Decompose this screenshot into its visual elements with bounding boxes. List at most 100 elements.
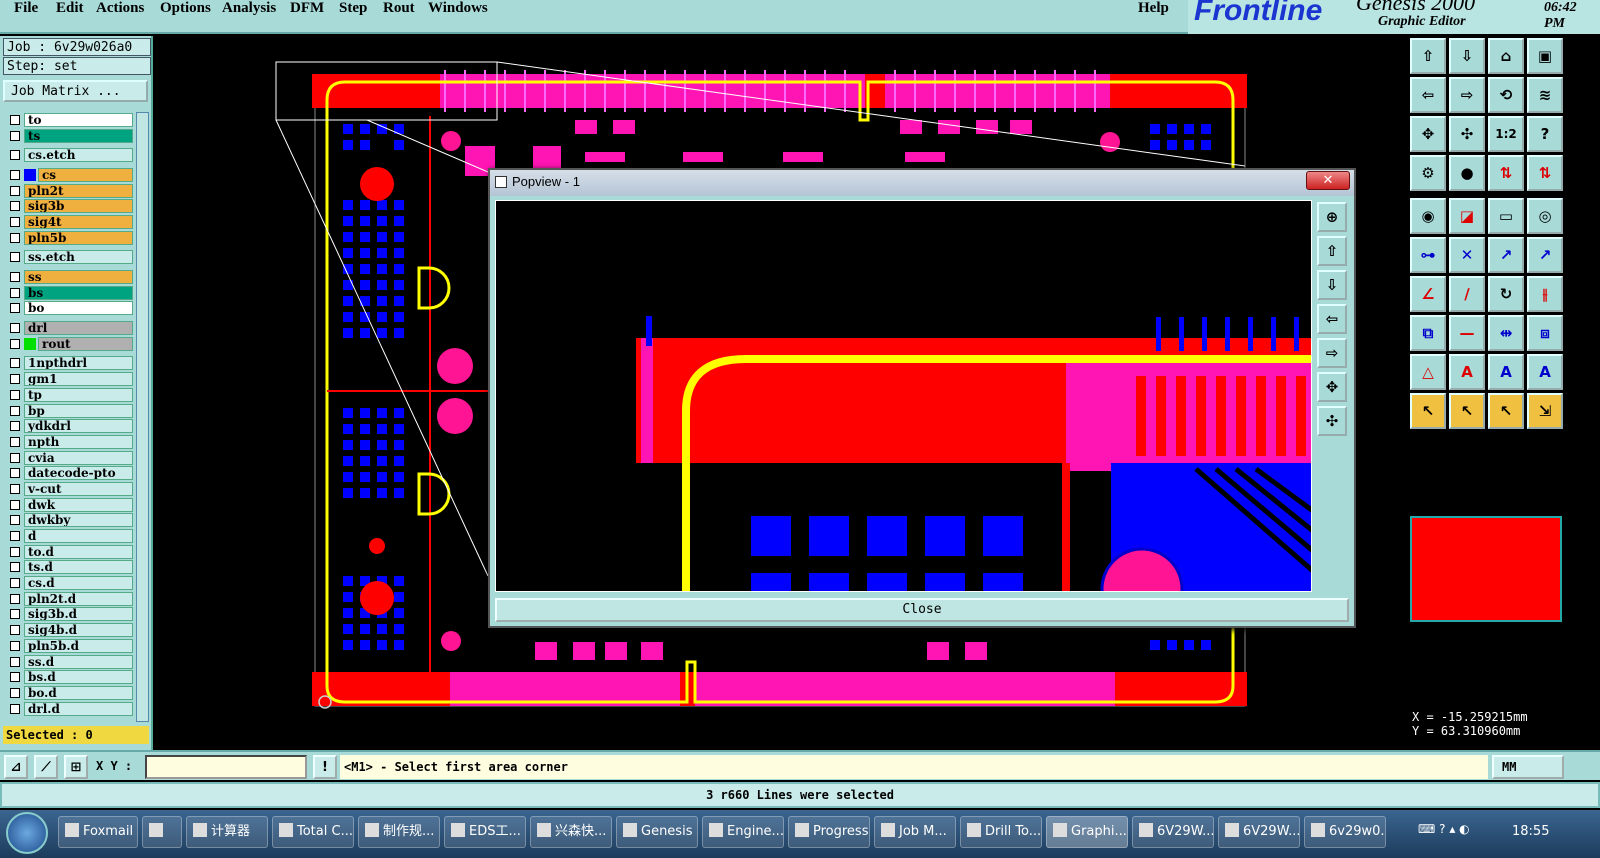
layer-row[interactable]: dwk	[5, 497, 133, 513]
arc-icon[interactable]: ↗	[1488, 237, 1524, 273]
layer-row[interactable]: cs.d	[5, 575, 133, 591]
window-icon[interactable]: ▣	[1527, 38, 1563, 74]
select3-icon[interactable]: ↖	[1488, 393, 1524, 429]
layer-name[interactable]: to	[24, 112, 133, 127]
layer-checkbox[interactable]	[10, 578, 20, 589]
zoom-down-icon[interactable]: ⇩	[1449, 38, 1485, 74]
layer-name[interactable]: cvia	[24, 450, 133, 465]
zoom-home-icon[interactable]: ⇧	[1410, 38, 1446, 74]
menu-edit[interactable]: Edit	[56, 0, 84, 17]
layer-name[interactable]: dwk	[24, 497, 133, 512]
layer-checkbox[interactable]	[10, 272, 20, 283]
layer-row[interactable]: bo.d	[5, 685, 133, 701]
layer-row[interactable]: bs	[5, 285, 133, 301]
layer-name[interactable]: ts.d	[24, 560, 133, 575]
unit-selector[interactable]: MM	[1492, 755, 1564, 779]
task-drill-tools[interactable]: Drill To...	[960, 816, 1042, 848]
layer-row[interactable]: v-cut	[5, 481, 133, 497]
layer-checkbox[interactable]	[10, 169, 20, 180]
layer-row[interactable]: sig3b.d	[5, 607, 133, 623]
layer-name[interactable]: ss.d	[24, 654, 133, 669]
layer-checkbox[interactable]	[10, 609, 20, 620]
layer-row[interactable]: npth	[5, 434, 133, 450]
layer-name[interactable]: 1npthdrl	[24, 356, 133, 371]
layer-row[interactable]: ss.etch	[5, 250, 133, 266]
layer-checkbox[interactable]	[10, 232, 20, 243]
task-graphic-editor[interactable]: Graphi...	[1046, 816, 1128, 848]
menu-options[interactable]: Options	[160, 0, 211, 17]
layer-name[interactable]: drl	[24, 321, 133, 336]
layer-checkbox[interactable]	[10, 640, 20, 651]
layer-row[interactable]: ydkdrl	[5, 418, 133, 434]
layer-row[interactable]: ts	[5, 128, 133, 144]
menu-windows[interactable]: Windows	[428, 0, 488, 17]
tri1-icon[interactable]: △	[1410, 354, 1446, 390]
layer-checkbox[interactable]	[10, 421, 20, 432]
layer-row[interactable]: cs	[5, 167, 133, 183]
select2-icon[interactable]: ↖	[1449, 393, 1485, 429]
select-icon[interactable]: ↖	[1410, 393, 1446, 429]
layer-name[interactable]: ts	[24, 128, 133, 143]
layer-name[interactable]: cs	[38, 167, 133, 182]
menu-step[interactable]: Step	[339, 0, 367, 17]
layer-checkbox[interactable]	[10, 358, 20, 369]
layer-scrollbar[interactable]	[136, 112, 149, 722]
layer-name[interactable]: cs.d	[24, 576, 133, 591]
layer-row[interactable]: pln5b.d	[5, 638, 133, 654]
mini-map[interactable]	[1410, 516, 1562, 622]
task-engine[interactable]: Engine...	[702, 816, 784, 848]
menu-actions[interactable]: Actions	[96, 0, 144, 17]
popview-zoom-in-icon[interactable]: ⊕	[1317, 202, 1347, 232]
tri4-icon[interactable]: A	[1527, 354, 1563, 390]
circle-select-icon[interactable]: ◎	[1527, 198, 1563, 234]
layer-row[interactable]: drl.d	[5, 701, 133, 717]
layer-checkbox[interactable]	[10, 323, 20, 334]
scroll-icon[interactable]: ≋	[1527, 77, 1563, 113]
layer-row[interactable]: ss.d	[5, 654, 133, 670]
layer-checkbox[interactable]	[10, 703, 20, 714]
layer-color-swatch[interactable]	[24, 168, 36, 181]
task-app[interactable]	[142, 816, 182, 848]
resize-icon[interactable]: ⇹	[1488, 315, 1524, 351]
menu-dfm[interactable]: DFM	[290, 0, 324, 17]
layer-row[interactable]: sig4b.d	[5, 622, 133, 638]
layer-checkbox[interactable]	[10, 656, 20, 667]
layer-name[interactable]: pln2t.d	[24, 591, 133, 606]
layer-row[interactable]: dwkby	[5, 513, 133, 529]
popview-right-icon[interactable]: ⇨	[1317, 338, 1347, 368]
layer-checkbox[interactable]	[10, 546, 20, 557]
layer-checkbox[interactable]	[10, 338, 20, 349]
layer-name[interactable]: sig4t	[24, 214, 133, 229]
layer-checkbox[interactable]	[10, 452, 20, 463]
group-icon[interactable]: ⧈	[1527, 315, 1563, 351]
layer-checkbox[interactable]	[10, 625, 20, 636]
layer-name[interactable]: drl.d	[24, 701, 133, 716]
layer-checkbox[interactable]	[10, 114, 20, 125]
layer-row[interactable]: pln2t.d	[5, 591, 133, 607]
layer-checkbox[interactable]	[10, 216, 20, 227]
layer-checkbox[interactable]	[10, 687, 20, 698]
popview-up-icon[interactable]: ⇧	[1317, 236, 1347, 266]
layer-name[interactable]: bs	[24, 285, 133, 300]
layer-name[interactable]: ss.etch	[24, 250, 133, 265]
menu-file[interactable]: File	[14, 0, 38, 17]
snap-mode-icon[interactable]: ⊿	[4, 755, 28, 779]
layer-checkbox[interactable]	[10, 515, 20, 526]
layer-name[interactable]: pln2t	[24, 183, 133, 198]
task-total-commander[interactable]: Total C...	[272, 816, 354, 848]
task-foxmail[interactable]: Foxmail	[58, 816, 138, 848]
layer-row[interactable]: tp	[5, 387, 133, 403]
layer-name[interactable]: bo	[24, 301, 133, 316]
layer-checkbox[interactable]	[10, 405, 20, 416]
redraw-icon[interactable]: ⟲	[1488, 77, 1524, 113]
popview-titlebar[interactable]: Popview - 1 ✕	[490, 170, 1354, 196]
popview-center-icon[interactable]: ✣	[1317, 406, 1347, 436]
layer-name[interactable]: gm1	[24, 372, 133, 387]
layer-row[interactable]: ss	[5, 269, 133, 285]
system-tray[interactable]: ⌨ ? ▴ ◐	[1418, 822, 1470, 836]
layer-row[interactable]: gm1	[5, 371, 133, 387]
menu-help[interactable]: Help	[1138, 0, 1169, 17]
arc2-icon[interactable]: ↗	[1527, 237, 1563, 273]
tri2-icon[interactable]: A	[1449, 354, 1485, 390]
layer-name[interactable]: sig4b.d	[24, 623, 133, 638]
